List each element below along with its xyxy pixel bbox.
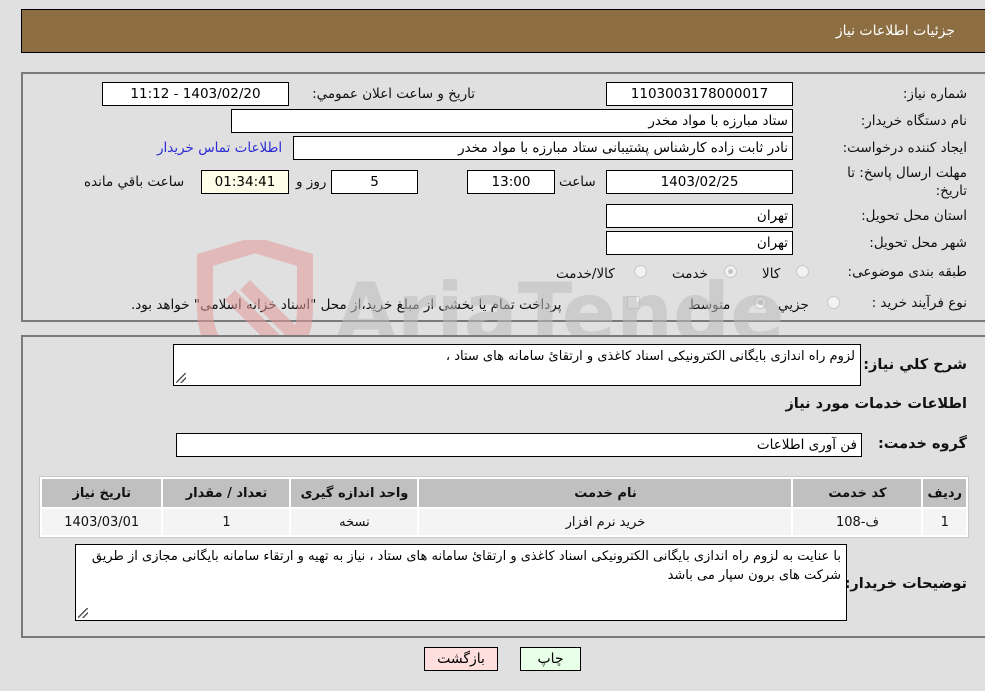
- category-label: طبقه بندی موضوعی:: [847, 264, 967, 280]
- deadline-label-line1: مهلت ارسال پاسخ: تا: [847, 165, 967, 181]
- page-title: جزئیات اطلاعات نیاز: [835, 23, 955, 39]
- days-label: روز و: [296, 174, 327, 190]
- column-header-service-code: کد خدمت: [793, 479, 922, 507]
- city-label: شهر محل تحویل:: [869, 235, 967, 251]
- general-description-text: لزوم راه اندازی بایگانی الکترونیکی اسناد…: [445, 349, 855, 364]
- cell-need-date: 1403/03/01: [42, 509, 162, 535]
- buyer-notes-label: توضیحات خریدار:: [844, 576, 967, 592]
- province-field: تهران: [606, 204, 793, 228]
- deadline-date-field: 1403/02/25: [606, 170, 793, 194]
- services-section-title: اطلاعات خدمات مورد نیاز: [785, 396, 967, 412]
- category-radio-goods-service[interactable]: [634, 265, 647, 278]
- general-description-textarea[interactable]: لزوم راه اندازی بایگانی الکترونیکی اسناد…: [173, 344, 861, 386]
- requester-label: ایجاد کننده درخواست:: [842, 140, 967, 156]
- treasury-checkbox[interactable]: [627, 296, 640, 309]
- buyer-contact-link[interactable]: اطلاعات تماس خریدار: [157, 140, 282, 156]
- column-header-quantity: تعداد / مقدار: [163, 479, 290, 507]
- service-group-field: فن آوری اطلاعات: [176, 433, 862, 457]
- treasury-checkbox-label: پرداخت تمام یا بخشی از مبلغ خرید،از محل …: [131, 297, 562, 313]
- buyer-notes-text: با عنایت به لزوم راه اندازی بایگانی الکت…: [91, 549, 841, 583]
- deadline-label-line2: تاریخ:: [935, 183, 967, 199]
- page-header: جزئیات اطلاعات نیاز: [21, 9, 985, 53]
- process-option-minor: جزيي: [778, 297, 809, 313]
- buyer-org-field: ستاد مبارزه با مواد مخدر: [231, 109, 793, 133]
- back-button[interactable]: بازگشت: [424, 647, 498, 671]
- resize-grip-icon[interactable]: [78, 608, 88, 618]
- cell-service-name: خرید نرم افزار: [419, 509, 792, 535]
- category-radio-service[interactable]: [724, 265, 737, 278]
- requester-field: نادر ثابت زاده کارشناس پشتیبانی ستاد مبا…: [293, 136, 793, 160]
- resize-grip-icon[interactable]: [176, 373, 186, 383]
- remaining-time-label: ساعت باقي مانده: [84, 174, 185, 190]
- announce-datetime-label: تاریخ و ساعت اعلان عمومي:: [312, 86, 475, 102]
- announce-datetime-field: 1403/02/20 - 11:12: [102, 82, 289, 106]
- table-row: 1 ف-108 خرید نرم افزار نسخه 1 1403/03/01: [42, 509, 966, 535]
- deadline-time-label: ساعت: [559, 174, 596, 190]
- category-option-service: خدمت: [672, 266, 708, 282]
- need-number-label: شماره نیاز:: [902, 86, 967, 102]
- buyer-org-label: نام دستگاه خریدار:: [860, 113, 967, 129]
- table-header-row: ردیف کد خدمت نام خدمت واحد اندازه گیری ت…: [42, 479, 966, 507]
- column-header-service-name: نام خدمت: [419, 479, 792, 507]
- cell-unit: نسخه: [291, 509, 418, 535]
- column-header-need-date: تاریخ نیاز: [42, 479, 162, 507]
- category-option-goods: کالا: [762, 266, 781, 282]
- category-option-goods-service: کالا/خدمت: [556, 266, 615, 282]
- deadline-time-field: 13:00: [467, 170, 555, 194]
- print-button[interactable]: چاپ: [520, 647, 581, 671]
- process-type-label: نوع فرآیند خرید :: [871, 295, 967, 311]
- remaining-time-field: 01:34:41: [201, 170, 289, 194]
- services-table: ردیف کد خدمت نام خدمت واحد اندازه گیری ت…: [39, 476, 969, 538]
- column-header-row-number: ردیف: [923, 479, 966, 507]
- process-radio-minor[interactable]: [827, 296, 840, 309]
- buyer-notes-textarea[interactable]: با عنایت به لزوم راه اندازی بایگانی الکت…: [75, 544, 847, 621]
- cell-quantity: 1: [163, 509, 290, 535]
- cell-row-number: 1: [923, 509, 966, 535]
- service-group-label: گروه خدمت:: [877, 436, 967, 452]
- general-description-label: شرح کلي نیاز:: [863, 357, 967, 373]
- category-radio-goods[interactable]: [796, 265, 809, 278]
- remaining-days-field: 5: [331, 170, 418, 194]
- column-header-unit: واحد اندازه گیری: [291, 479, 418, 507]
- deadline-label: مهلت ارسال پاسخ: تا تاریخ:: [847, 164, 967, 200]
- process-radio-medium[interactable]: [754, 296, 767, 309]
- need-number-field: 1103003178000017: [606, 82, 793, 106]
- city-field: تهران: [606, 231, 793, 255]
- process-option-medium: متوسط: [688, 297, 731, 313]
- cell-service-code: ف-108: [793, 509, 922, 535]
- province-label: استان محل تحویل:: [861, 208, 967, 224]
